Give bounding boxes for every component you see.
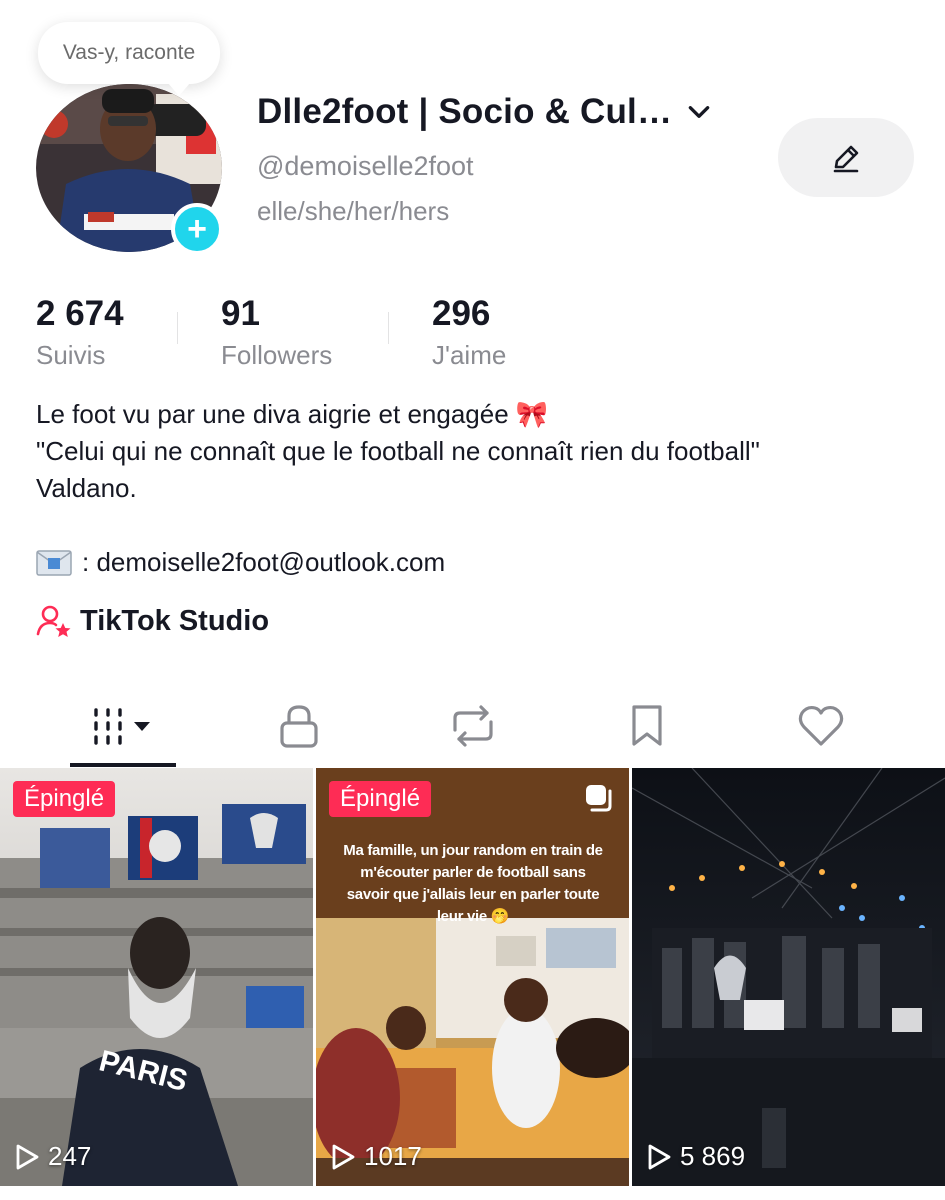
pencil-icon (833, 145, 859, 172)
stat-followers[interactable]: 91 Followers (221, 294, 332, 371)
bio-line: "Celui qui ne connaît que le football ne… (36, 436, 760, 466)
stat-divider (388, 312, 389, 344)
view-count-value: 247 (48, 1141, 92, 1171)
bio-line: Le foot vu par une diva aigrie et engagé… (36, 399, 549, 429)
view-count: 5 869 (646, 1141, 745, 1172)
video-tile[interactable]: Épinglé Ma famille, un jour random en tr… (316, 768, 629, 1186)
username: @demoiselle2foot (257, 151, 474, 181)
bio-email-line: : demoiselle2foot@outlook.com (36, 547, 445, 578)
stat-likes[interactable]: 296 J'aime (432, 294, 506, 371)
video-thumbnail (632, 768, 945, 1186)
stat-following[interactable]: 2 674 Suivis (36, 294, 124, 371)
bio-line: Valdano. (36, 473, 137, 503)
pinned-badge: Épinglé (329, 781, 432, 817)
play-icon (332, 1144, 355, 1169)
video-tile[interactable]: PARIS Épinglé 247 (0, 768, 313, 1186)
view-count: 1017 (330, 1141, 422, 1172)
following-count: 2 674 (36, 294, 124, 333)
play-icon (16, 1144, 39, 1169)
display-name: Dlle2foot | Socio & Cul… (257, 92, 673, 131)
tab-favorites[interactable] (594, 690, 700, 762)
video-caption-overlay: Ma famille, un jour random en train de m… (343, 842, 603, 925)
story-prompt-text: Vas-y, raconte (62, 41, 196, 64)
stat-divider (177, 312, 178, 344)
pronouns: elle/she/her/hers (257, 196, 450, 226)
likes-label: J'aime (432, 340, 507, 370)
creator-star-icon (36, 605, 71, 637)
followers-count: 91 (221, 294, 260, 333)
view-count-value: 1017 (364, 1141, 422, 1171)
grid-icon (94, 708, 150, 745)
view-count: 247 (14, 1141, 91, 1172)
play-icon (648, 1144, 671, 1169)
multi-image-icon (586, 785, 612, 812)
followers-label: Followers (221, 340, 333, 370)
display-name-row[interactable]: Dlle2foot | Socio & Cul… (257, 92, 712, 132)
bookmark-icon (632, 705, 662, 746)
tab-private[interactable] (246, 690, 352, 762)
tab-liked[interactable] (768, 690, 874, 762)
repost-icon (453, 705, 493, 747)
plus-icon: + (187, 210, 207, 248)
bio: Le foot vu par une diva aigrie et engagé… (36, 396, 916, 507)
pinned-badge: Épinglé (13, 781, 116, 817)
tiktok-studio-label: TikTok Studio (80, 604, 270, 637)
envelope-icon (36, 549, 72, 576)
chevron-down-icon[interactable] (686, 99, 712, 125)
bio-email: : demoiselle2foot@outlook.com (82, 547, 446, 577)
tiktok-studio-link[interactable]: TikTok Studio (36, 603, 269, 639)
profile-tabs (0, 690, 945, 768)
tab-reposts[interactable] (420, 690, 526, 762)
active-tab-indicator (70, 763, 176, 767)
video-grid: PARIS Épinglé 247 Épinglé Ma famille, un… (0, 768, 945, 1188)
following-label: Suivis (36, 340, 106, 370)
story-prompt-bubble[interactable]: Vas-y, raconte (38, 22, 220, 96)
lock-icon (280, 705, 318, 748)
add-story-button[interactable]: + (171, 203, 223, 255)
likes-count: 296 (432, 294, 491, 333)
heart-icon (798, 705, 844, 746)
video-tile[interactable]: 5 869 (632, 768, 945, 1186)
video-thumbnail (316, 768, 629, 1186)
video-thumbnail: PARIS (0, 768, 313, 1186)
edit-profile-button[interactable] (778, 118, 914, 197)
view-count-value: 5 869 (680, 1141, 746, 1171)
tab-videos[interactable] (70, 690, 176, 762)
